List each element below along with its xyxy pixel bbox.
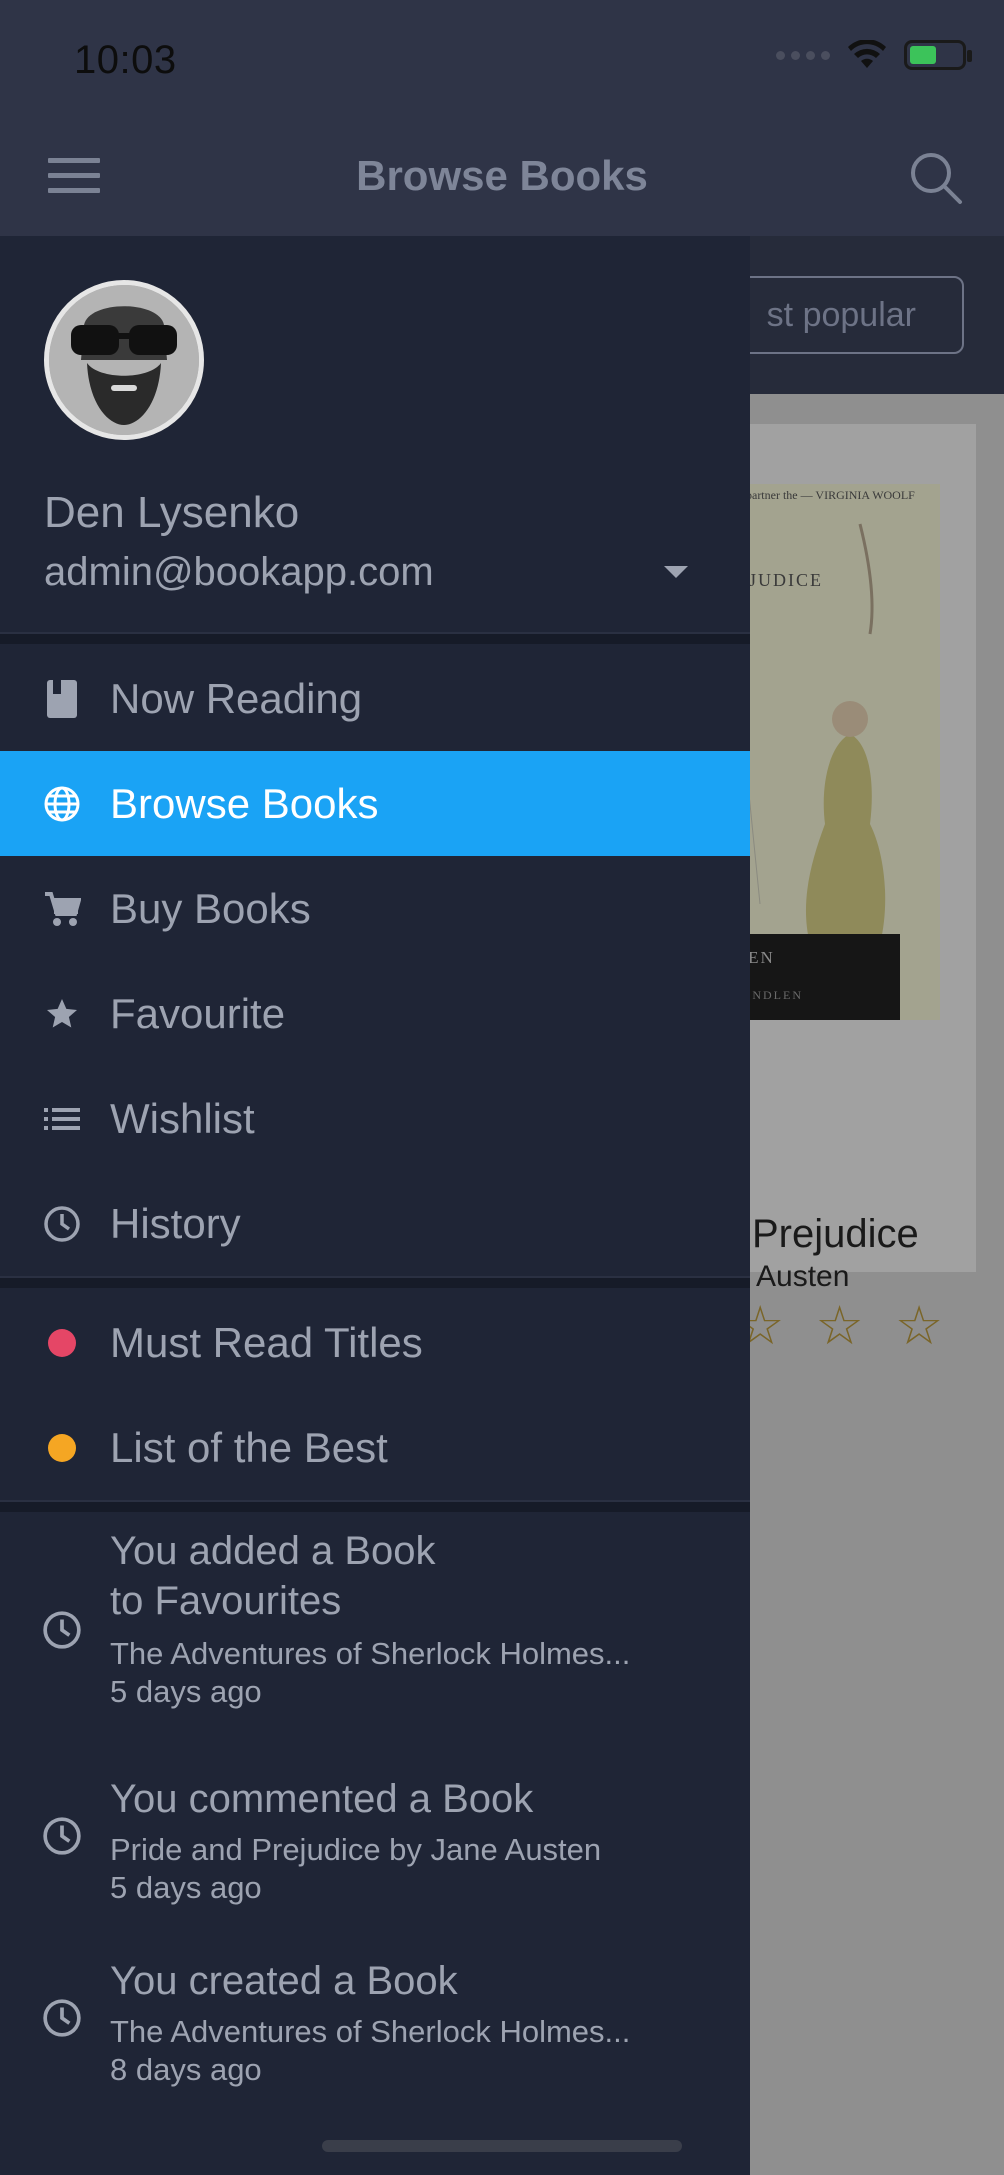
star-icon	[42, 994, 82, 1034]
avatar[interactable]	[44, 280, 204, 440]
nav-label: Browse Books	[110, 779, 379, 827]
clock-icon	[42, 1204, 82, 1244]
app-header: Browse Books	[0, 120, 1004, 236]
wifi-icon	[848, 40, 886, 68]
list-item-must-read[interactable]: Must Read Titles	[0, 1290, 750, 1395]
user-email: admin@bookapp.com	[44, 550, 434, 594]
activity-subtitle: The Adventures of Sherlock Holmes...	[110, 2014, 631, 2049]
globe-icon	[42, 784, 82, 824]
activity-time: 5 days ago	[110, 1870, 262, 1905]
navigation-drawer: Den Lysenko admin@bookapp.com Now Readin…	[0, 236, 750, 2175]
nav-item-buy-books[interactable]: Buy Books	[0, 856, 750, 961]
activity-item[interactable]: You added a Book to Favourites The Adven…	[0, 1526, 750, 1756]
nav-item-wishlist[interactable]: Wishlist	[0, 1066, 750, 1171]
rating-stars: ☆ ☆ ☆	[736, 1296, 952, 1356]
status-bar: 10:03	[0, 0, 1004, 120]
cellular-signal-icon	[776, 50, 830, 60]
activity-title: You commented a Book	[110, 1777, 534, 1821]
clock-icon	[43, 1817, 81, 1855]
avatar-image	[49, 285, 199, 435]
nav-label: Wishlist	[110, 1094, 255, 1142]
clock-icon	[43, 1611, 81, 1649]
divider	[0, 1276, 750, 1288]
clock-icon	[43, 1999, 81, 2037]
nav-label: Now Reading	[110, 674, 363, 722]
status-icons	[776, 40, 972, 70]
activity-subtitle: The Adventures of Sherlock Holmes...	[110, 1636, 631, 1671]
nav-item-favourite[interactable]: Favourite	[0, 961, 750, 1066]
page-title: Browse Books	[356, 152, 648, 199]
battery-icon	[904, 40, 972, 70]
cart-icon	[42, 889, 82, 929]
user-name: Den Lysenko	[44, 488, 300, 537]
list-color-dot-icon	[42, 1428, 82, 1468]
activity-title: You added a Book to Favourites	[110, 1529, 436, 1623]
activity-title: You created a Book	[110, 1959, 458, 2003]
nav-item-now-reading[interactable]: Now Reading	[0, 646, 750, 751]
nav-label: Favourite	[110, 989, 286, 1037]
divider	[0, 1500, 750, 1512]
list-icon	[42, 1099, 82, 1139]
book-title: Prejudice	[752, 1212, 919, 1256]
home-indicator[interactable]	[322, 2140, 682, 2152]
divider	[0, 632, 750, 644]
list-color-dot-icon	[42, 1323, 82, 1363]
activity-time: 5 days ago	[110, 1674, 262, 1709]
activity-item[interactable]: You commented a Book Pride and Prejudice…	[0, 1774, 750, 1934]
search-icon[interactable]	[908, 150, 964, 206]
nav-item-history[interactable]: History	[0, 1171, 750, 1276]
activity-item[interactable]: You created a Book The Adventures of She…	[0, 1956, 750, 2116]
nav-label: History	[110, 1199, 241, 1247]
status-time: 10:03	[74, 38, 177, 82]
account-dropdown-icon[interactable]	[664, 566, 688, 578]
list-label: Must Read Titles	[110, 1318, 423, 1366]
book-icon	[42, 679, 82, 719]
list-item-best[interactable]: List of the Best	[0, 1395, 750, 1500]
nav-item-browse-books[interactable]: Browse Books	[0, 751, 750, 856]
nav-label: Buy Books	[110, 884, 311, 932]
list-label: List of the Best	[110, 1423, 388, 1471]
activity-subtitle: Pride and Prejudice by Jane Austen	[110, 1832, 602, 1867]
book-author: Austen	[756, 1260, 850, 1293]
activity-time: 8 days ago	[110, 2052, 262, 2087]
